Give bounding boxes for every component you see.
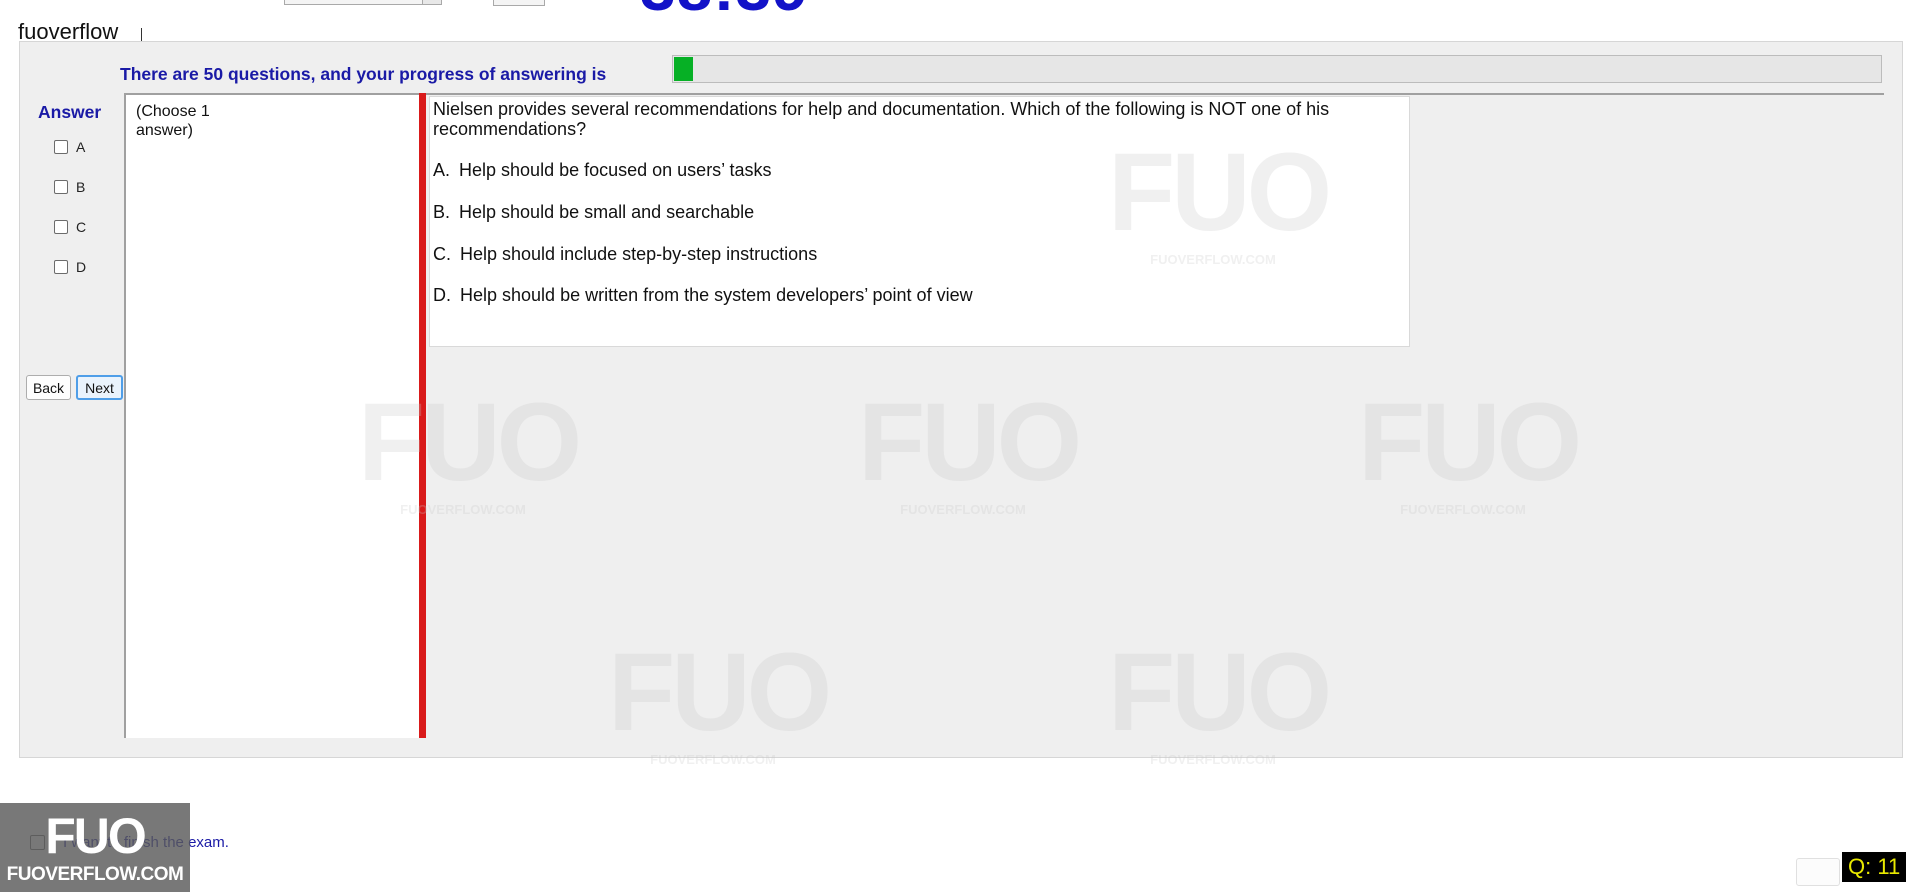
exam-window: 38:39 fuoverflow There are 50 questions,… xyxy=(0,0,1920,892)
watermark-url: FUOVERFLOW.COM xyxy=(1400,502,1526,517)
answer-heading: Answer xyxy=(38,102,102,122)
watermark-logo: FUO xyxy=(358,381,582,504)
chevron-down-icon[interactable] xyxy=(422,0,441,4)
answer-option-c[interactable]: C xyxy=(54,218,86,236)
badge-url: FUOVERFLOW.COM xyxy=(6,864,184,885)
next-button[interactable]: Next xyxy=(76,375,123,400)
countdown-timer: 38:39 xyxy=(640,0,809,20)
top-small-control[interactable] xyxy=(493,0,545,6)
watermark-url: FUOVERFLOW.COM xyxy=(650,752,776,767)
question-counter: Q: 11 xyxy=(1842,852,1907,882)
progress-bar-fill xyxy=(674,57,693,81)
back-button[interactable]: Back xyxy=(26,375,71,400)
checkbox-c[interactable] xyxy=(54,220,68,234)
watermark: FUO FUOVERFLOW.COM xyxy=(358,381,582,518)
question-option-a: A. Help should be focused on users’ tasks xyxy=(433,160,772,181)
fuoverflow-badge: FUO FUOVERFLOW.COM xyxy=(0,803,190,892)
answer-option-b[interactable]: B xyxy=(54,178,85,196)
watermark: FUO FUOVERFLOW.COM xyxy=(608,631,832,768)
option-letter: C. xyxy=(433,244,451,264)
answer-option-label: A xyxy=(76,139,86,155)
option-letter: B. xyxy=(433,202,451,222)
answer-option-label: D xyxy=(76,259,87,275)
answer-option-d[interactable]: D xyxy=(54,258,86,276)
checkbox-b[interactable] xyxy=(54,180,68,194)
finish-button[interactable] xyxy=(1796,858,1840,886)
watermark-logo: FUO xyxy=(1358,381,1582,504)
progress-label: There are 50 questions, and your progres… xyxy=(120,64,607,84)
option-text: Help should be focused on users’ tasks xyxy=(459,160,772,180)
option-text: Help should be written from the system d… xyxy=(460,285,973,305)
watermark-url: FUOVERFLOW.COM xyxy=(1150,752,1276,767)
watermark-logo: FUO xyxy=(858,381,1082,504)
watermark: FUO FUOVERFLOW.COM xyxy=(1108,131,1332,268)
answer-option-a[interactable]: A xyxy=(54,138,85,156)
top-dropdown[interactable] xyxy=(284,0,442,5)
watermark-logo: FUO xyxy=(1108,631,1332,754)
watermark: FUO FUOVERFLOW.COM xyxy=(1108,631,1332,768)
watermark-logo: FUO xyxy=(608,631,832,754)
option-letter: D. xyxy=(433,285,451,305)
watermark-url: FUOVERFLOW.COM xyxy=(400,502,526,517)
option-letter: A. xyxy=(433,160,451,180)
watermark-url: FUOVERFLOW.COM xyxy=(1150,252,1276,267)
answer-option-label: C xyxy=(76,219,87,235)
checkbox-a[interactable] xyxy=(54,140,68,154)
question-option-d: D. Help should be written from the system… xyxy=(433,285,973,306)
badge-logo: FUO xyxy=(45,808,147,864)
question-option-c: C. Help should include step-by-step instr… xyxy=(433,244,817,265)
checkbox-d[interactable] xyxy=(54,260,68,274)
watermark-logo: FUO xyxy=(1108,131,1332,254)
option-text: Help should include step-by-step instruc… xyxy=(460,244,818,264)
watermark-url: FUOVERFLOW.COM xyxy=(900,502,1026,517)
watermark: FUO FUOVERFLOW.COM xyxy=(858,381,1082,518)
watermark: FUO FUOVERFLOW.COM xyxy=(1358,381,1582,518)
answer-option-label: B xyxy=(76,179,86,195)
question-option-b: B. Help should be small and searchable xyxy=(433,202,754,223)
instruction-text: (Choose 1 answer) xyxy=(136,103,210,139)
progress-bar xyxy=(672,55,1882,83)
option-text: Help should be small and searchable xyxy=(459,202,755,222)
